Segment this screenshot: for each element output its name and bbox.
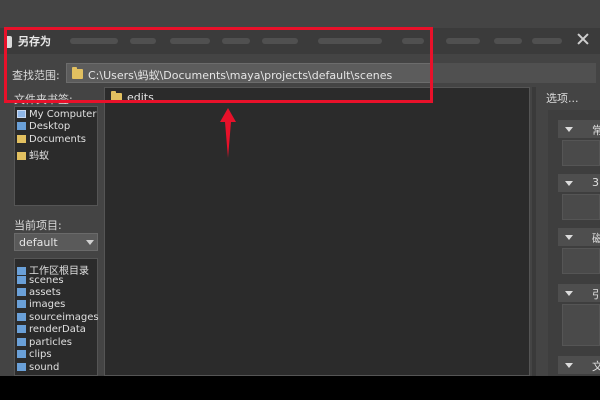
folder-icon (17, 300, 26, 308)
options-section-body (562, 248, 600, 274)
project-item[interactable]: assets (17, 287, 61, 298)
chevron-down-icon (565, 363, 573, 368)
folder-icon (17, 267, 26, 275)
options-section-header[interactable]: 引 (558, 284, 600, 302)
computer-icon (17, 110, 26, 118)
folder-icon (17, 276, 26, 284)
options-section-label: 3D (592, 176, 600, 189)
project-folder-list: 工作区根目录 scenes assets images sourceimages… (14, 258, 99, 376)
options-label: 选项... (546, 92, 579, 105)
bookmark-desktop[interactable]: Desktop (17, 121, 70, 132)
bottom-letterbox (0, 376, 600, 400)
bookmarks-list: My Computer Desktop Documents 蚂蚁 (14, 106, 98, 206)
project-item-label: images (29, 299, 66, 310)
close-icon[interactable] (574, 32, 592, 46)
project-item-label: sourceimages (29, 312, 99, 323)
options-panel: 常 3D 磁 引 文 (548, 110, 600, 376)
desktop-icon (17, 122, 26, 130)
save-as-dialog: 另存为 查找范围: C:\Users\蚂蚁\Documents\maya\pro… (0, 0, 600, 376)
folder-icon (17, 313, 26, 321)
folder-icon (17, 135, 26, 143)
blurred-menu-item (494, 38, 522, 44)
chevron-down-icon (86, 240, 94, 245)
options-section-header[interactable]: 文 (558, 356, 600, 374)
project-item-label: assets (29, 287, 61, 298)
folder-icon (17, 338, 26, 346)
chevron-down-icon (565, 235, 573, 240)
blurred-menu-item (532, 38, 562, 44)
options-section-body (562, 194, 600, 220)
folder-icon (17, 350, 26, 358)
blurred-menu-item (446, 38, 480, 44)
project-item-label: sound (29, 362, 60, 373)
options-section-label: 常 (592, 124, 600, 137)
project-item[interactable]: sourceimages (17, 312, 99, 323)
bookmark-label: Documents (29, 134, 87, 145)
chevron-down-icon (565, 291, 573, 296)
project-select-value: default (19, 236, 58, 249)
red-arrow-icon (220, 108, 236, 158)
bookmark-label: My Computer (29, 109, 97, 120)
bookmark-documents[interactable]: Documents (17, 134, 86, 145)
file-list[interactable]: edits (104, 87, 530, 376)
options-section-header[interactable]: 磁 (558, 228, 600, 246)
options-section-label: 磁 (592, 232, 600, 245)
current-project-label: 当前项目: (14, 219, 62, 232)
bookmark-label: Desktop (29, 121, 71, 132)
options-section-header[interactable]: 3D (558, 174, 600, 192)
project-item-label: scenes (29, 275, 64, 286)
project-item-label: renderData (29, 324, 86, 335)
project-select[interactable]: default (14, 233, 98, 251)
project-item[interactable]: scenes (17, 275, 64, 286)
bookmark-label: 蚂蚁 (29, 151, 49, 162)
project-item[interactable]: particles (17, 337, 72, 348)
chevron-down-icon (565, 181, 573, 186)
project-item[interactable]: images (17, 299, 65, 310)
folder-icon (17, 288, 26, 296)
chevron-down-icon (565, 127, 573, 132)
bookmark-my-computer[interactable]: My Computer (17, 109, 96, 120)
options-section-body (562, 140, 600, 166)
project-item-label: particles (29, 337, 72, 348)
project-item[interactable]: renderData (17, 324, 86, 335)
highlight-box (4, 27, 433, 103)
file-list-scrollbar[interactable] (532, 87, 536, 376)
bookmark-user[interactable]: 蚂蚁 (17, 147, 49, 162)
project-item[interactable]: sound (17, 362, 59, 373)
options-section-header[interactable]: 常 (558, 120, 600, 138)
folder-icon (17, 363, 26, 371)
toolbar-area (432, 63, 596, 83)
folder-icon (17, 325, 26, 333)
folder-icon (17, 152, 26, 160)
options-section-body (562, 304, 600, 346)
options-section-label: 文 (592, 360, 600, 373)
project-item-label: clips (29, 349, 52, 360)
project-item[interactable]: clips (17, 349, 52, 360)
options-section-label: 引 (592, 288, 600, 301)
